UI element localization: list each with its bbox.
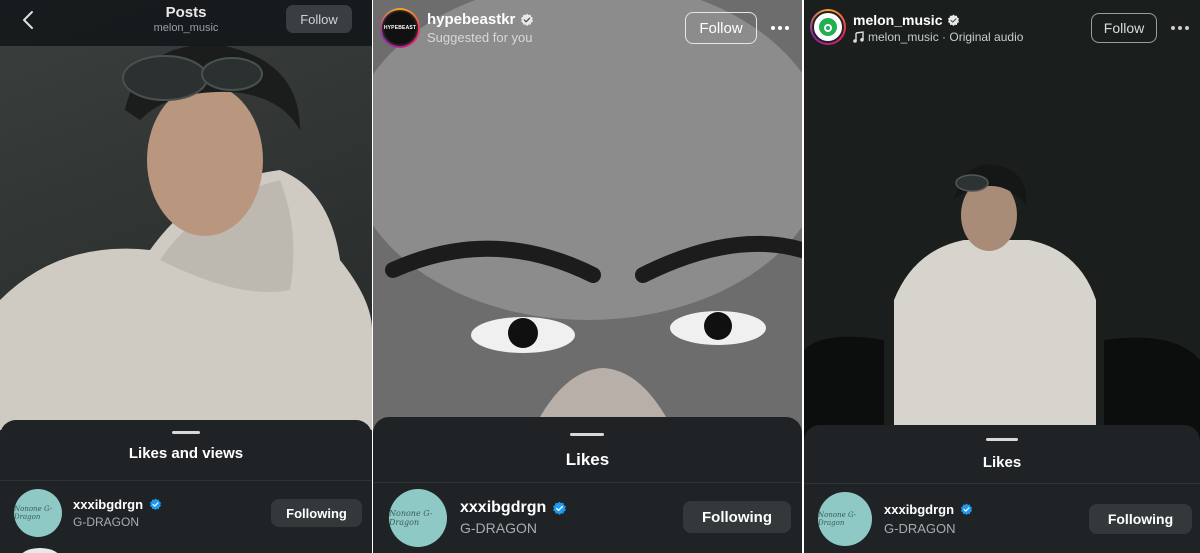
photo-figure	[804, 0, 1200, 440]
avatar-signature: Nonone G-Dragon	[389, 509, 433, 527]
next-avatar-partial	[20, 548, 60, 553]
verified-badge-icon	[948, 14, 960, 26]
username[interactable]: xxxibgdrgn	[460, 499, 546, 517]
photo-figure	[373, 0, 802, 430]
verified-badge-icon	[150, 498, 162, 511]
more-options-icon[interactable]	[770, 25, 790, 31]
avatar-signature: Nonone G-Dragon	[818, 511, 857, 527]
suggested-text: Suggested for you	[427, 30, 533, 45]
photo-figure	[0, 44, 372, 430]
hypebeast-logo: HYPEBEAST	[382, 10, 418, 46]
post-panel-3: melon_music melon_music · Original audio…	[804, 0, 1200, 553]
following-button[interactable]: Following	[271, 499, 362, 527]
username[interactable]: xxxibgdrgn	[884, 502, 954, 517]
display-name: G-DRAGON	[884, 521, 956, 536]
likes-sheet: Likes Nonone G-Dragon xxxibgdrgn G-DRAGO…	[804, 425, 1200, 553]
sheet-title: Likes	[565, 450, 610, 469]
account-avatar[interactable]	[810, 9, 846, 45]
display-name: G-DRAGON	[73, 515, 139, 529]
sheet-divider	[373, 482, 802, 483]
username[interactable]: xxxibgdrgn	[73, 497, 143, 512]
follow-button[interactable]: Follow	[1091, 13, 1157, 43]
sheet-divider	[804, 483, 1200, 484]
music-note-icon	[853, 31, 864, 43]
post-photo	[0, 0, 372, 430]
post-panel-1: Posts melon_music Follow Likes and views…	[0, 0, 372, 553]
account-name-row[interactable]: melon_music	[853, 12, 960, 28]
sheet-title: Likes	[982, 454, 1022, 471]
sheet-handle[interactable]	[986, 438, 1018, 441]
logo-text: HYPEBEAST	[383, 25, 417, 31]
user-name-row[interactable]: xxxibgdrgn	[460, 499, 567, 517]
verified-badge-icon	[553, 501, 567, 515]
post-photo	[373, 0, 802, 430]
audio-label[interactable]: melon_music · Original audio	[868, 30, 1023, 44]
post-photo	[804, 0, 1200, 440]
verified-badge-icon	[961, 503, 973, 516]
sheet-divider	[0, 480, 372, 481]
likes-sheet: Likes Nonone G-Dragon xxxibgdrgn G-DRAGO…	[373, 417, 802, 553]
avatar-signature: Nonone G-Dragon	[14, 505, 53, 521]
follow-button[interactable]: Follow	[286, 5, 352, 33]
display-name: G-DRAGON	[460, 520, 537, 536]
melon-logo-icon	[812, 11, 844, 43]
verified-badge-icon	[521, 13, 534, 26]
account-avatar[interactable]: HYPEBEAST	[380, 8, 420, 48]
sheet-title: Likes and views	[128, 445, 244, 462]
likes-sheet: Likes and views Nonone G-Dragon xxxibgdr…	[0, 420, 372, 553]
following-button[interactable]: Following	[1089, 504, 1192, 534]
avatar[interactable]: Nonone G-Dragon	[818, 492, 872, 546]
audio-row[interactable]: melon_music · Original audio	[853, 30, 1023, 44]
follow-button[interactable]: Follow	[685, 12, 757, 44]
account-username[interactable]: melon_music	[853, 12, 942, 28]
suggested-label: Suggested for you	[427, 30, 533, 45]
account-name-row[interactable]: hypebeastkr	[427, 11, 534, 28]
user-name-row[interactable]: xxxibgdrgn	[884, 502, 973, 517]
more-options-icon[interactable]	[1170, 25, 1190, 31]
account-username[interactable]: hypebeastkr	[427, 11, 515, 28]
user-name-row[interactable]: xxxibgdrgn	[73, 497, 162, 512]
top-bar: Posts melon_music Follow	[0, 0, 372, 46]
following-button[interactable]: Following	[683, 501, 791, 533]
avatar[interactable]: Nonone G-Dragon	[14, 489, 62, 537]
sheet-handle[interactable]	[172, 431, 200, 434]
post-panel-2: HYPEBEAST hypebeastkr Suggested for you …	[373, 0, 802, 553]
sheet-handle[interactable]	[570, 433, 604, 436]
avatar[interactable]: Nonone G-Dragon	[389, 489, 447, 547]
